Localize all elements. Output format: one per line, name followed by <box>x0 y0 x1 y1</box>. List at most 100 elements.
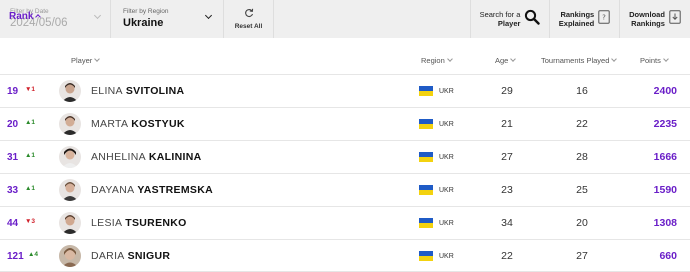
tournaments-value: 16 <box>576 85 588 97</box>
reset-all-button[interactable]: Reset All <box>224 0 274 38</box>
column-header-points[interactable]: Points <box>640 56 669 65</box>
tournaments-value: 28 <box>576 151 588 163</box>
age-value: 21 <box>501 118 513 130</box>
country-code: UKR <box>439 220 454 227</box>
player-first-name: DARIA <box>91 250 125 262</box>
avatar <box>59 212 81 234</box>
table-row[interactable]: 33 ▲1 DAYANA YASTREMSKA UKR 23 25 1590 <box>0 173 690 206</box>
player-last-name: SNIGUR <box>127 250 171 262</box>
download-line-2: Rankings <box>631 19 665 28</box>
avatar <box>59 245 81 267</box>
ukraine-flag-icon <box>419 251 433 261</box>
tournaments-value: 25 <box>576 184 588 196</box>
document-question-icon: ? <box>598 9 610 29</box>
rank-movement: ▲1 <box>25 185 36 192</box>
avatar <box>59 113 81 135</box>
points-value: 2400 <box>653 85 677 97</box>
player-first-name: DAYANA <box>91 184 135 196</box>
player-first-name: LESIA <box>91 217 123 229</box>
table-row[interactable]: 44 ▼3 LESIA TSURENKO UKR 34 20 1308 <box>0 206 690 239</box>
search-line-1: Search for a <box>479 10 521 19</box>
ukraine-flag-icon <box>419 218 433 228</box>
tournaments-value: 22 <box>576 118 588 130</box>
age-header-label: Age <box>495 56 509 65</box>
rank-movement: ▲1 <box>25 119 36 126</box>
country-code: UKR <box>439 88 454 95</box>
player-name[interactable]: ELINA SVITOLINA <box>91 85 184 97</box>
filter-bar: Filter by Date 2024/05/06 Filter by Regi… <box>0 0 690 38</box>
download-rankings-label: Download Rankings <box>629 10 665 28</box>
player-name[interactable]: MARTA KOSTYUK <box>91 118 185 130</box>
reset-all-label: Reset All <box>234 23 263 30</box>
player-last-name: YASTREMSKA <box>137 184 213 196</box>
age-value: 23 <box>501 184 513 196</box>
player-first-name: ELINA <box>91 85 123 97</box>
chevron-down-icon <box>446 56 453 62</box>
column-header-region[interactable]: Region <box>421 56 453 65</box>
player-name[interactable]: DAYANA YASTREMSKA <box>91 184 213 196</box>
player-name[interactable]: DARIA SNIGUR <box>91 250 170 262</box>
player-first-name: ANHELINA <box>91 151 146 163</box>
column-header-age[interactable]: Age <box>495 56 517 65</box>
table-row[interactable]: 121 ▲4 DARIA SNIGUR UKR 22 27 660 <box>0 239 690 272</box>
table-row[interactable]: 31 ▲1 ANHELINA KALININA UKR 27 28 1666 <box>0 140 690 173</box>
ukraine-flag-icon <box>419 119 433 129</box>
search-player-button[interactable]: Search for a Player <box>471 0 550 38</box>
age-value: 34 <box>501 217 513 229</box>
points-value: 660 <box>659 250 677 262</box>
table-row[interactable]: 19 ▼1 ELINA SVITOLINA UKR 29 16 2400 <box>0 74 690 107</box>
region-header-label: Region <box>421 56 445 65</box>
filter-bar-spacer <box>274 0 471 38</box>
chevron-down-icon <box>611 56 618 62</box>
rank-movement: ▼3 <box>25 218 36 225</box>
region-filter[interactable]: Filter by Region Ukraine <box>111 0 224 38</box>
search-line-2: Player <box>497 19 521 28</box>
region-filter-value: Ukraine <box>123 17 164 29</box>
rank-value: 20 <box>7 119 19 130</box>
age-value: 27 <box>501 151 513 163</box>
avatar <box>59 146 81 168</box>
player-first-name: MARTA <box>91 118 129 130</box>
rankings-line-1: Rankings <box>560 10 595 19</box>
rank-value: 121 <box>7 251 24 262</box>
country-code: UKR <box>439 253 454 260</box>
rankings-explained-button[interactable]: Rankings Explained ? <box>550 0 620 38</box>
age-value: 29 <box>501 85 513 97</box>
column-header-rank[interactable]: Rank <box>9 11 42 22</box>
points-header-label: Points <box>640 56 661 65</box>
age-value: 22 <box>501 250 513 262</box>
rank-header-label: Rank <box>9 11 34 22</box>
ukraine-flag-icon <box>419 185 433 195</box>
svg-text:?: ? <box>602 13 606 21</box>
player-last-name: TSURENKO <box>125 217 187 229</box>
player-last-name: KOSTYUK <box>131 118 185 130</box>
rank-value: 44 <box>7 218 19 229</box>
chevron-down-icon <box>93 11 102 20</box>
country-code: UKR <box>439 187 454 194</box>
sort-up-icon <box>35 14 42 20</box>
tournaments-header-label: Tournaments Played <box>541 56 610 65</box>
avatar <box>59 80 81 102</box>
avatar <box>59 179 81 201</box>
chevron-down-icon <box>663 56 669 62</box>
download-rankings-button[interactable]: Download Rankings <box>620 0 690 38</box>
chevron-down-icon <box>94 56 101 62</box>
player-last-name: SVITOLINA <box>125 85 185 97</box>
region-filter-label: Filter by Region <box>123 8 169 15</box>
points-value: 1590 <box>653 184 677 196</box>
column-header-tournaments[interactable]: Tournaments Played <box>541 56 618 65</box>
rank-movement: ▲1 <box>25 152 36 159</box>
ukraine-flag-icon <box>419 152 433 162</box>
rankings-explained-label: Rankings Explained <box>559 10 594 28</box>
chevron-down-icon <box>204 11 213 20</box>
player-name[interactable]: ANHELINA KALININA <box>91 151 201 163</box>
chevron-down-icon <box>510 56 517 62</box>
document-download-icon <box>669 9 681 29</box>
points-value: 1666 <box>653 151 677 163</box>
rankings-table: 19 ▼1 ELINA SVITOLINA UKR 29 16 2400 20 ▲… <box>0 74 690 272</box>
table-row[interactable]: 20 ▲1 MARTA KOSTYUK UKR 21 22 2235 <box>0 107 690 140</box>
player-name[interactable]: LESIA TSURENKO <box>91 217 187 229</box>
country-code: UKR <box>439 154 454 161</box>
rank-value: 19 <box>7 86 19 97</box>
column-header-player[interactable]: Player <box>71 56 101 65</box>
